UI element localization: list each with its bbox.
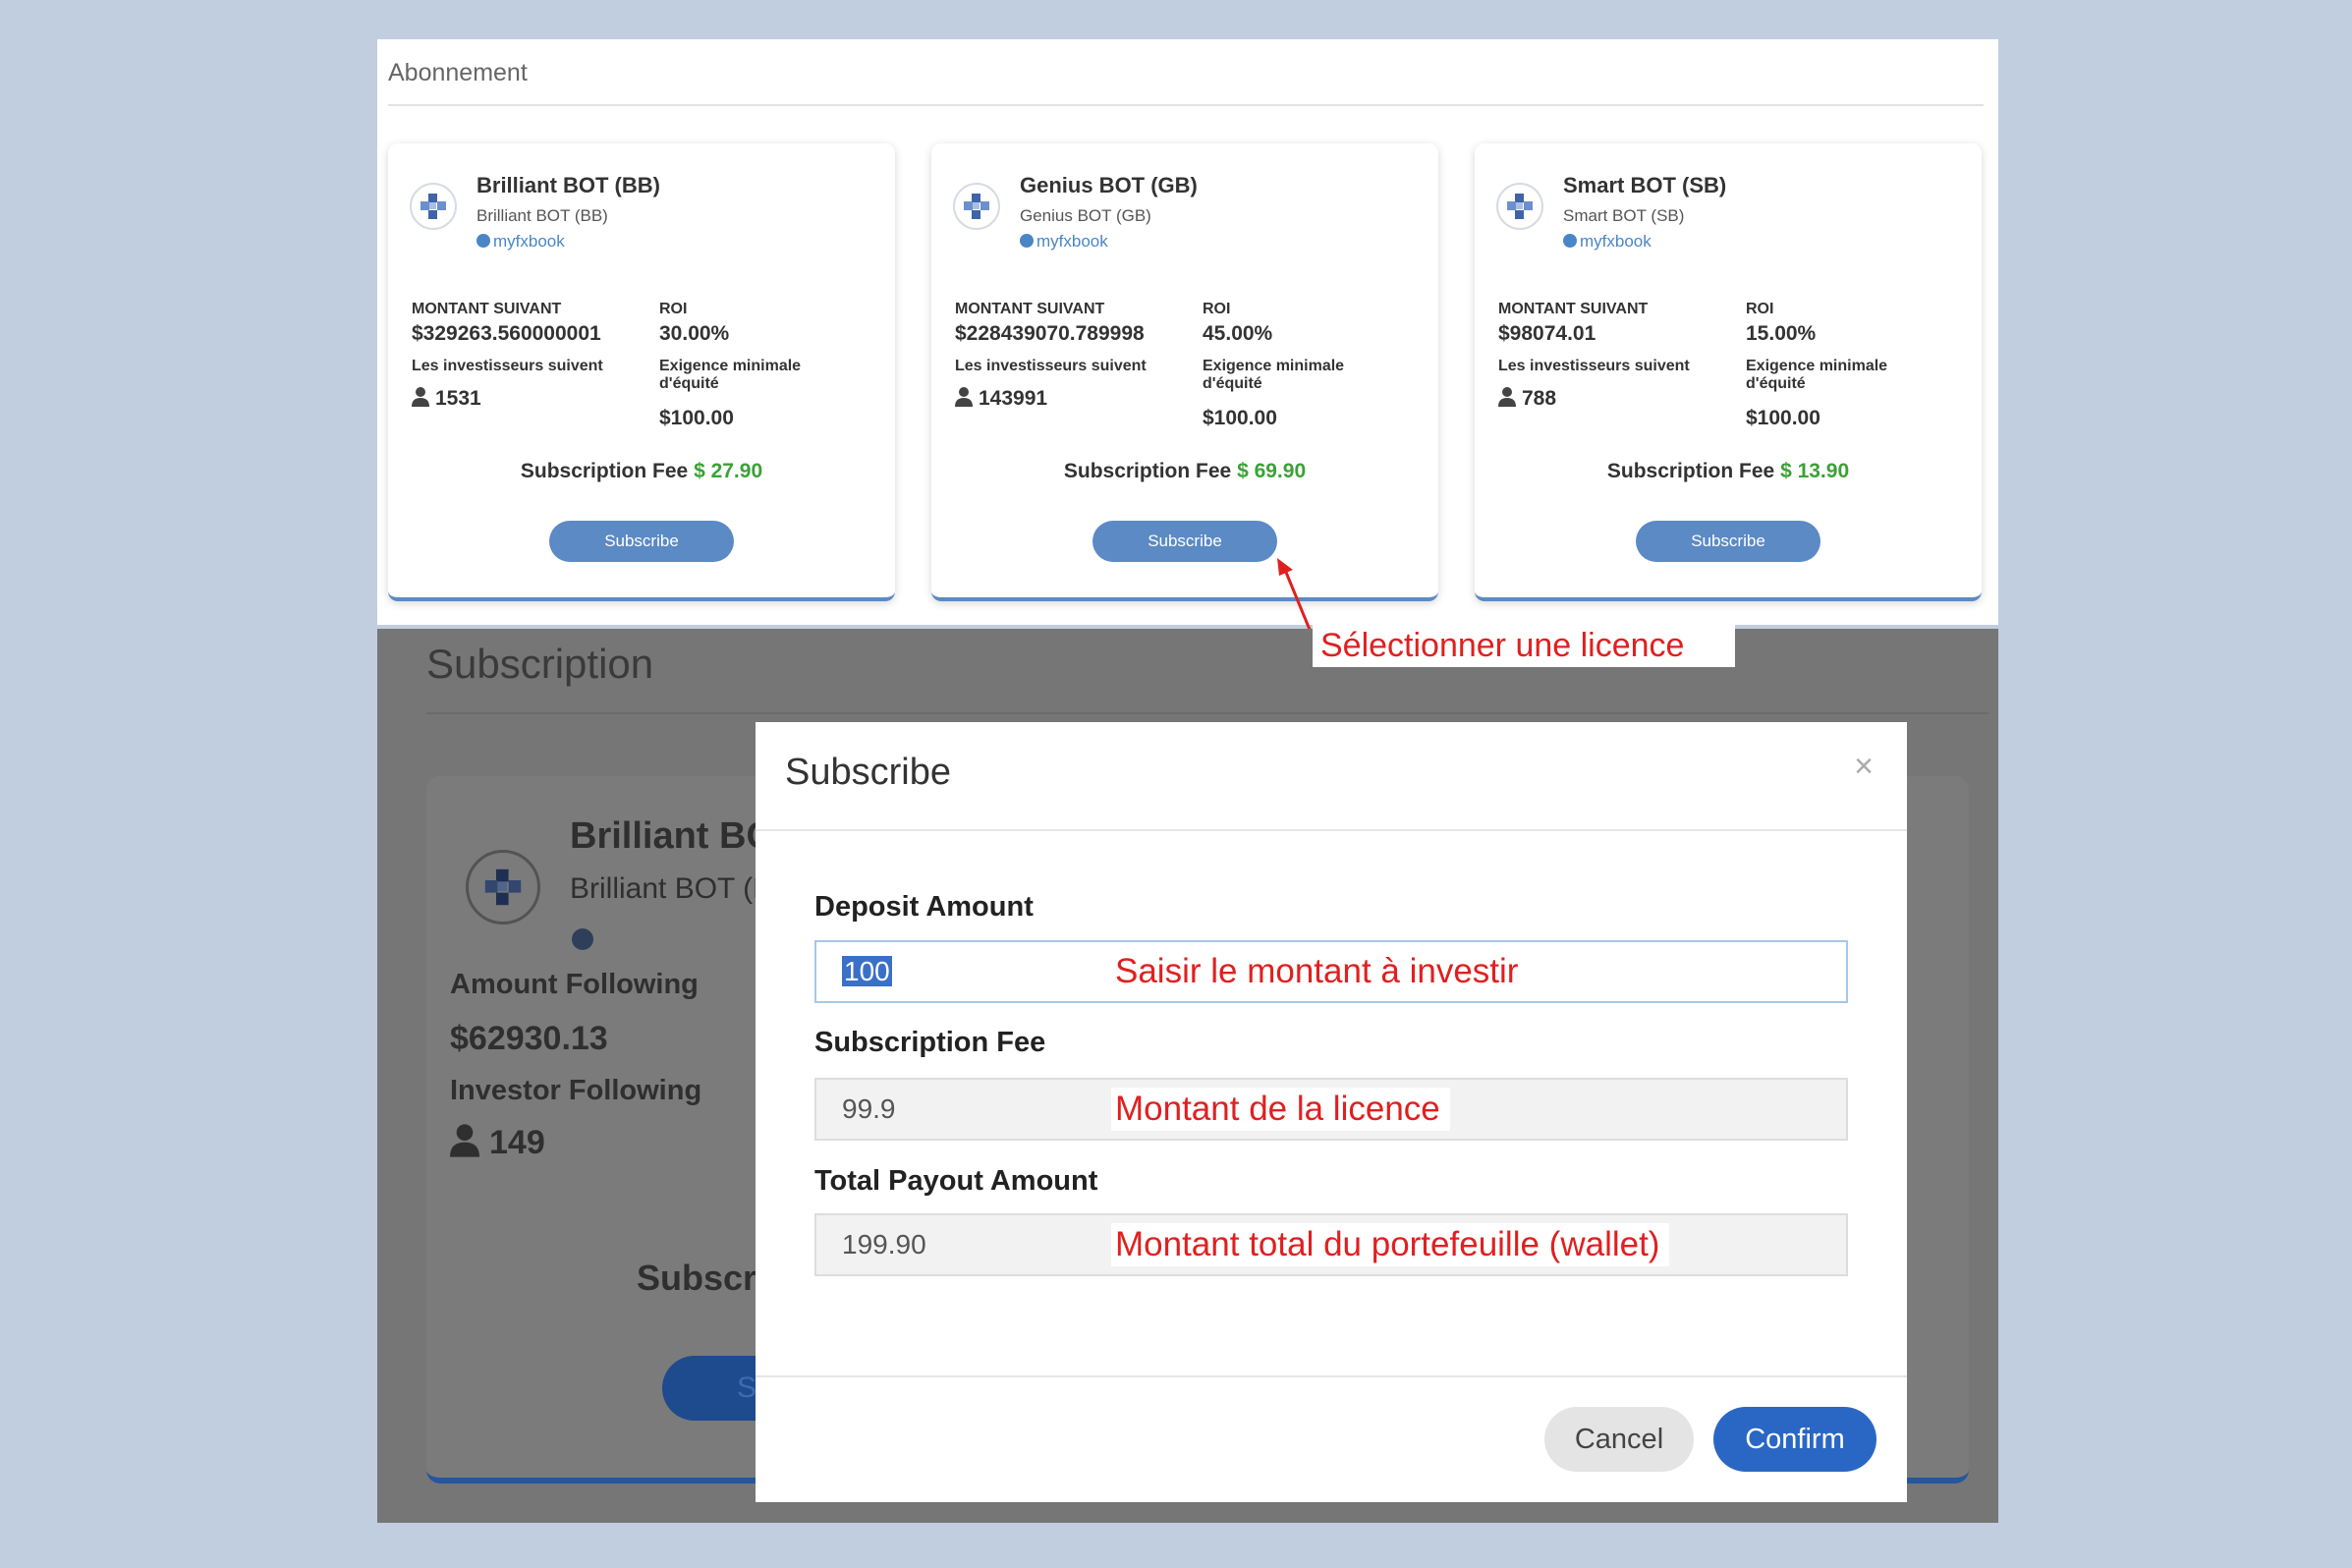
background-investor-count: 149 xyxy=(450,1124,545,1162)
background-title: Subscription xyxy=(426,641,654,687)
modal-header-divider xyxy=(756,829,1907,831)
subscribe-modal: Subscribe × Deposit Amount 100 Saisir le… xyxy=(756,722,1907,1502)
globe-icon xyxy=(572,928,593,950)
confirm-button[interactable]: Confirm xyxy=(1713,1407,1876,1472)
background-amount-value: $62930.13 xyxy=(450,1020,608,1057)
deposit-amount-label: Deposit Amount xyxy=(814,891,1034,923)
total-payout-field: 199.90 Montant total du portefeuille (wa… xyxy=(814,1213,1848,1276)
deposit-amount-value: 100 xyxy=(842,956,892,986)
total-payout-label: Total Payout Amount xyxy=(814,1165,1098,1197)
person-icon xyxy=(450,1124,479,1157)
total-payout-value: 199.90 xyxy=(842,1229,926,1260)
annotation-enter-amount: Saisir le montant à investir xyxy=(1111,950,1529,993)
subscription-fee-label: Subscription Fee xyxy=(814,1027,1046,1058)
modal-title: Subscribe xyxy=(785,752,951,793)
background-investor-label: Investor Following xyxy=(450,1075,702,1106)
cancel-button[interactable]: Cancel xyxy=(1544,1407,1694,1472)
subscription-fee-value: 99.9 xyxy=(842,1093,896,1124)
modal-footer-divider xyxy=(756,1375,1907,1377)
background-divider xyxy=(426,712,1988,714)
background-amount-label: Amount Following xyxy=(450,969,699,1000)
background-bot-subname: Brilliant BOT (E xyxy=(570,872,773,905)
annotation-wallet-total: Montant total du portefeuille (wallet) xyxy=(1111,1223,1670,1266)
annotation-select-license: Sélectionner une licence xyxy=(1313,624,1735,667)
bot-logo-icon xyxy=(466,850,540,924)
annotation-license-amount: Montant de la licence xyxy=(1111,1088,1450,1131)
deposit-amount-input[interactable]: 100 Saisir le montant à investir xyxy=(814,940,1848,1003)
close-icon[interactable]: × xyxy=(1854,748,1874,786)
subscription-fee-field: 99.9 Montant de la licence xyxy=(814,1078,1848,1141)
background-bot-name: Brilliant BC xyxy=(570,815,773,857)
